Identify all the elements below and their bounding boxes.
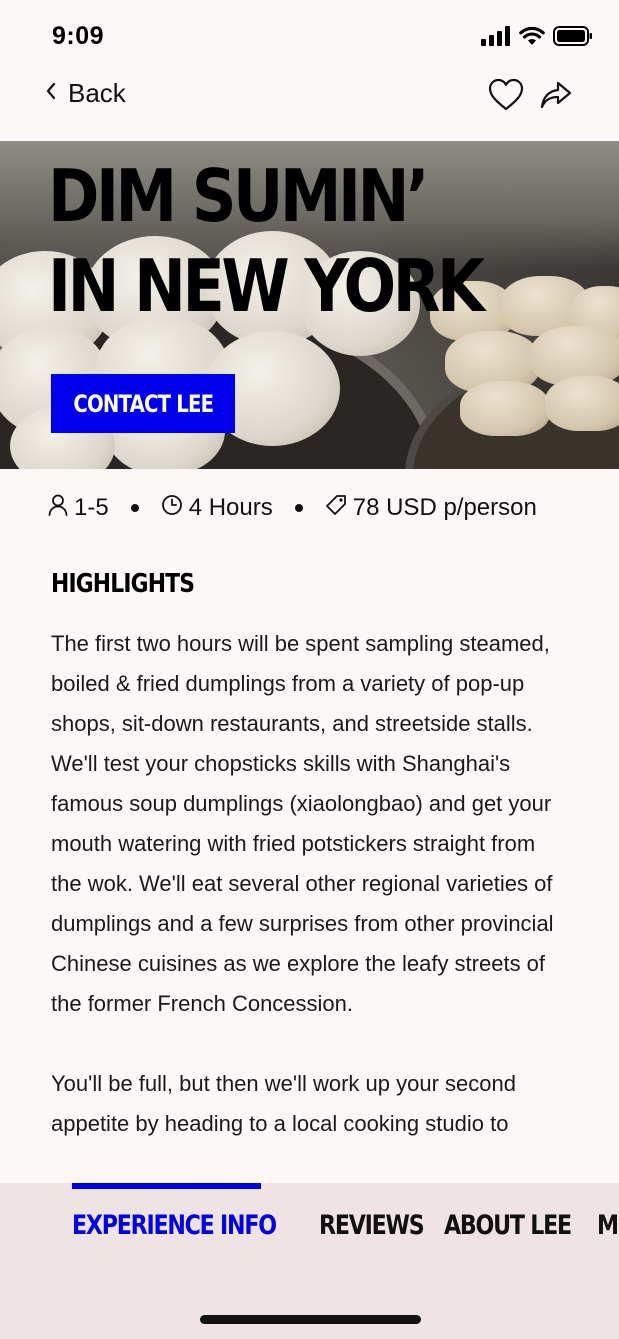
bottom-tab-bar: EXPERIENCE INFO REVIEWS ABOUT LEE MORE bbox=[0, 1183, 619, 1339]
highlights-text: The first two hours will be spent sampli… bbox=[51, 624, 571, 1184]
chevron-left-icon bbox=[44, 81, 58, 106]
navigation-bar: Back bbox=[0, 70, 619, 140]
separator-dot bbox=[294, 504, 303, 512]
share-button[interactable] bbox=[539, 79, 573, 111]
heart-icon bbox=[488, 78, 524, 116]
wifi-icon bbox=[519, 26, 545, 51]
battery-icon bbox=[553, 25, 593, 51]
tab-reviews[interactable]: REVIEWS bbox=[319, 1210, 425, 1241]
highlights-paragraph: You'll be full, but then we'll work up y… bbox=[51, 1071, 516, 1136]
highlights-paragraph: The first two hours will be spent sampli… bbox=[51, 631, 554, 1016]
duration-info: 4 Hours bbox=[161, 494, 273, 523]
clock-icon bbox=[161, 494, 183, 523]
back-label: Back bbox=[68, 77, 126, 108]
duration-value: 4 Hours bbox=[188, 494, 273, 521]
highlights-heading: HIGHLIGHTS bbox=[51, 569, 195, 599]
separator-dot bbox=[130, 504, 139, 512]
tag-icon bbox=[325, 494, 347, 523]
hero-title: DIM SUMIN’ IN NEW YORK bbox=[48, 151, 485, 331]
price-info: 78 USD p/person bbox=[325, 494, 537, 523]
tab-more[interactable]: MORE bbox=[597, 1210, 619, 1241]
price-value: 78 USD p/person bbox=[352, 494, 537, 521]
tab-experience-info[interactable]: EXPERIENCE INFO bbox=[72, 1210, 277, 1241]
status-bar: 9:09 bbox=[0, 0, 619, 70]
tab-about-lee[interactable]: ABOUT LEE bbox=[444, 1210, 572, 1241]
home-indicator[interactable] bbox=[200, 1315, 421, 1324]
active-tab-indicator bbox=[72, 1183, 261, 1189]
status-time: 9:09 bbox=[52, 22, 105, 50]
guests-value: 1-5 bbox=[74, 494, 109, 521]
hero-banner: DIM SUMIN’ IN NEW YORK CONTACT LEE bbox=[0, 141, 619, 469]
favorite-button[interactable] bbox=[488, 78, 524, 112]
hero-title-line-2: IN NEW YORK bbox=[48, 244, 485, 328]
contact-host-button[interactable]: CONTACT LEE bbox=[51, 374, 235, 433]
back-button[interactable]: Back bbox=[44, 76, 126, 110]
status-icons bbox=[481, 25, 593, 51]
tab-list: EXPERIENCE INFO REVIEWS ABOUT LEE MORE bbox=[72, 1205, 619, 1245]
hero-title-line-1: DIM SUMIN’ bbox=[48, 154, 430, 238]
person-icon bbox=[48, 494, 68, 523]
contact-host-label: CONTACT LEE bbox=[73, 389, 214, 418]
share-icon bbox=[539, 81, 573, 115]
experience-meta: 1-5 4 Hours 78 USD p/person bbox=[48, 490, 537, 526]
guests-info: 1-5 bbox=[48, 494, 109, 523]
signal-icon bbox=[481, 25, 511, 51]
